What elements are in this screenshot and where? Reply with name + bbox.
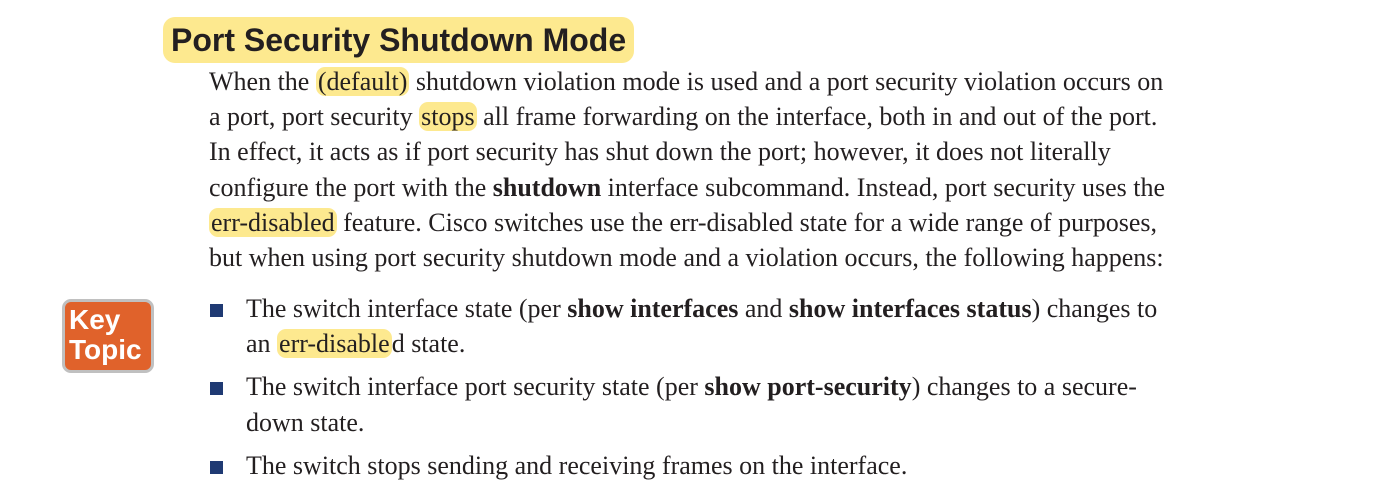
bullet-2-line-2: down state. bbox=[246, 407, 365, 437]
list-item: The switch stops sending and receiving f… bbox=[209, 448, 1349, 483]
paragraph-line-1: When the (default) shutdown violation mo… bbox=[209, 64, 1349, 99]
bullet-square-icon bbox=[210, 460, 223, 474]
text-run: When the bbox=[209, 67, 316, 96]
text-run: configure the port with the bbox=[209, 172, 493, 202]
key-topic-icon: Key Topic bbox=[62, 299, 154, 373]
bullet-3-line-1: The switch stops sending and receiving f… bbox=[246, 450, 908, 480]
paragraph-line-6: but when using port security shutdown mo… bbox=[209, 243, 1164, 273]
text-run: and bbox=[738, 294, 789, 323]
highlight-err-disabled: err-disabled bbox=[209, 207, 337, 237]
list-item: The switch interface state (per show int… bbox=[209, 291, 1349, 361]
bullet-list: The switch interface state (per show int… bbox=[209, 291, 1349, 491]
bullet-2-line-1: The switch interface port security state… bbox=[246, 369, 1349, 404]
section-heading: Port Security Shutdown Mode bbox=[163, 17, 635, 63]
bullet-square-icon bbox=[210, 304, 223, 317]
list-item: The switch interface port security state… bbox=[209, 369, 1349, 439]
highlight-err-disable: err-disable bbox=[277, 329, 392, 359]
bullet-square-icon bbox=[210, 382, 223, 396]
text-run: all frame forwarding on the interface, b… bbox=[476, 102, 1158, 132]
text-run: d state. bbox=[391, 329, 466, 359]
text-run: The switch interface port security state… bbox=[246, 372, 705, 402]
text-run: a port, port security bbox=[209, 102, 420, 132]
bullet-1-line-1: The switch interface state (per show int… bbox=[246, 291, 1349, 326]
text-run: ) changes to a secure- bbox=[911, 372, 1137, 402]
key-topic-line-2: Topic bbox=[69, 334, 142, 365]
command-show-port-security: show port-security bbox=[704, 372, 912, 402]
highlight-stops: stops bbox=[419, 102, 477, 132]
paragraph-line-4: configure the port with the shutdown int… bbox=[209, 170, 1349, 205]
key-topic-line-1: Key bbox=[69, 304, 121, 335]
text-run: feature. Cisco switches use the err-disa… bbox=[336, 207, 1157, 237]
paragraph-line-5: err-disabled feature. Cisco switches use… bbox=[209, 205, 1349, 240]
text-run: The switch interface state (per bbox=[246, 294, 568, 323]
text-run: shutdown violation mode is used and a po… bbox=[409, 67, 1164, 96]
bullet-1-line-2: an err-disabled state. bbox=[246, 326, 1349, 361]
text-run: an bbox=[246, 329, 278, 359]
command-show-interfaces: show interfaces bbox=[567, 294, 739, 323]
command-show-interfaces-status: show interfaces status bbox=[788, 294, 1032, 323]
paragraph-line-3: In effect, it acts as if port security h… bbox=[209, 137, 1111, 167]
highlight-default: (default) bbox=[315, 67, 410, 96]
text-run: interface subcommand. Instead, port secu… bbox=[601, 172, 1166, 202]
paragraph-line-2: a port, port security stops all frame fo… bbox=[209, 99, 1349, 134]
command-shutdown: shutdown bbox=[492, 172, 602, 202]
text-run: ) changes to bbox=[1031, 294, 1158, 323]
body-paragraph: When the (default) shutdown violation mo… bbox=[209, 64, 1349, 275]
